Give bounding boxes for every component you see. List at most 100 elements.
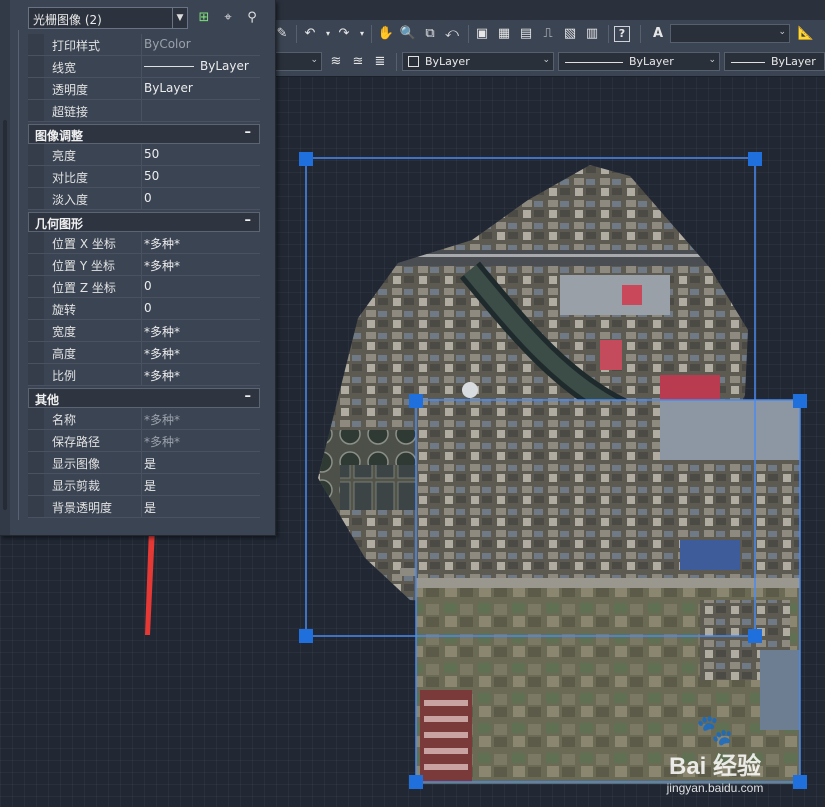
text-style-icon[interactable]: A	[648, 24, 668, 44]
property-value[interactable]: ByLayer	[144, 59, 249, 73]
sheet-set-icon[interactable]: ⎍	[538, 24, 558, 44]
property-value[interactable]: 0	[144, 279, 152, 293]
select-objects-icon[interactable]: ⌖	[219, 9, 237, 27]
row-gutter	[28, 56, 44, 77]
property-value[interactable]: ByLayer	[144, 81, 193, 95]
quick-select-icon[interactable]: ⚲	[243, 9, 261, 27]
grip-handle[interactable]	[748, 152, 762, 166]
layer-states-icon[interactable]: ≣	[370, 52, 390, 72]
property-row[interactable]: 比例 *多种*	[28, 364, 260, 386]
grip-handle[interactable]	[748, 629, 762, 643]
property-label: 打印样式	[52, 39, 101, 53]
property-value[interactable]: *多种*	[144, 323, 180, 340]
zoom-realtime-icon[interactable]: 🔍	[398, 24, 418, 44]
toggle-pickadd-icon[interactable]: ⊞	[195, 9, 213, 27]
property-value[interactable]: 0	[144, 301, 152, 315]
property-row[interactable]: 保存路径 *多种*	[28, 430, 260, 452]
property-row[interactable]: 对比度 50	[28, 166, 260, 188]
palette-title-bar[interactable]	[0, 0, 10, 535]
property-row[interactable]: 位置 X 坐标 *多种*	[28, 232, 260, 254]
grip-handle[interactable]	[793, 394, 807, 408]
property-value[interactable]: *多种*	[144, 433, 180, 450]
section-header[interactable]: 其他 –	[28, 388, 260, 408]
property-value[interactable]: 50	[144, 169, 159, 183]
column-separator	[141, 364, 142, 385]
property-row[interactable]: 透明度 ByLayer	[28, 78, 260, 100]
markup-icon[interactable]: ▧	[560, 24, 580, 44]
property-row[interactable]: 亮度 50	[28, 144, 260, 166]
design-center-icon[interactable]: ▦	[494, 24, 514, 44]
quickcalc-icon[interactable]: ▥	[582, 24, 602, 44]
property-row[interactable]: 打印样式 ByColor	[28, 34, 260, 56]
row-gutter	[28, 188, 44, 209]
layer-dropdown[interactable]: ⌄	[272, 52, 322, 71]
row-gutter	[28, 166, 44, 187]
lineweight-value: ByLayer	[771, 55, 816, 68]
property-row[interactable]: 显示剪裁 是	[28, 474, 260, 496]
section-header[interactable]: 图像调整 –	[28, 124, 260, 144]
property-value[interactable]: 是	[144, 455, 156, 472]
property-label: 透明度	[52, 83, 89, 97]
property-row[interactable]: 宽度 *多种*	[28, 320, 260, 342]
help-icon[interactable]: ?	[614, 26, 630, 42]
palette-scrollbar[interactable]	[3, 120, 7, 510]
collapse-icon[interactable]: –	[245, 125, 252, 140]
property-value[interactable]: ByColor	[144, 37, 191, 51]
toolbar-separator	[396, 53, 397, 71]
column-separator	[141, 496, 142, 517]
property-value[interactable]: *多种*	[144, 367, 180, 384]
undo-icon[interactable]: ↶	[300, 24, 320, 44]
property-value[interactable]: 0	[144, 191, 152, 205]
property-value[interactable]: *多种*	[144, 411, 180, 428]
grip-handle[interactable]	[299, 152, 313, 166]
property-row[interactable]: 位置 Z 坐标 0	[28, 276, 260, 298]
lineweight-dropdown[interactable]: ByLayer	[724, 52, 825, 71]
make-layer-current-icon[interactable]: ≋	[326, 52, 346, 72]
property-row[interactable]: 旋转 0	[28, 298, 260, 320]
tool-palettes-icon[interactable]: ▤	[516, 24, 536, 44]
dimension-style-icon[interactable]: 📐	[796, 24, 816, 44]
chevron-down-icon: ⌄	[708, 55, 716, 65]
watermark-paw-icon: 🐾	[696, 713, 734, 748]
property-label: 位置 X 坐标	[52, 237, 116, 251]
property-value[interactable]: 是	[144, 499, 156, 516]
collapse-icon[interactable]: –	[245, 213, 252, 228]
redo-icon[interactable]: ↷	[334, 24, 354, 44]
property-value[interactable]: 是	[144, 477, 156, 494]
column-separator	[141, 298, 142, 319]
zoom-previous-icon[interactable]: ⤺	[442, 24, 462, 44]
property-row[interactable]: 名称 *多种*	[28, 408, 260, 430]
grip-handle[interactable]	[299, 629, 313, 643]
properties-icon[interactable]: ▣	[472, 24, 492, 44]
grip-handle[interactable]	[409, 775, 423, 789]
color-value: ByLayer	[425, 55, 470, 68]
color-dropdown[interactable]: ByLayer ⌄	[402, 52, 554, 71]
property-row[interactable]: 超链接	[28, 100, 260, 122]
column-separator	[141, 276, 142, 297]
collapse-icon[interactable]: –	[245, 389, 252, 404]
property-row[interactable]: 显示图像 是	[28, 452, 260, 474]
property-row[interactable]: 位置 Y 坐标 *多种*	[28, 254, 260, 276]
property-value[interactable]: *多种*	[144, 345, 180, 362]
linetype-dropdown[interactable]: ByLayer ⌄	[558, 52, 720, 71]
property-value[interactable]: *多种*	[144, 235, 180, 252]
property-value[interactable]: 50	[144, 147, 159, 161]
grip-handle[interactable]	[409, 394, 423, 408]
zoom-window-icon[interactable]: ⧉	[420, 24, 440, 44]
row-gutter	[28, 320, 44, 341]
property-value[interactable]: *多种*	[144, 257, 180, 274]
property-row[interactable]: 淡入度 0	[28, 188, 260, 210]
redo-dropdown-icon[interactable]: ▾	[352, 24, 372, 44]
property-row[interactable]: 背景透明度 是	[28, 496, 260, 518]
property-label: 位置 Y 坐标	[52, 259, 115, 273]
column-separator	[141, 166, 142, 187]
property-row[interactable]: 线宽 ByLayer	[28, 56, 260, 78]
layer-previous-icon[interactable]: ≊	[348, 52, 368, 72]
object-type-select[interactable]: 光栅图像 (2) ▼	[28, 7, 188, 29]
row-gutter	[28, 408, 44, 429]
property-row[interactable]: 高度 *多种*	[28, 342, 260, 364]
section-header[interactable]: 几何图形 –	[28, 212, 260, 232]
object-type-value: 光栅图像 (2)	[33, 13, 102, 27]
pan-icon[interactable]: ✋	[376, 24, 396, 44]
text-style-dropdown[interactable]: ⌄	[670, 24, 790, 43]
